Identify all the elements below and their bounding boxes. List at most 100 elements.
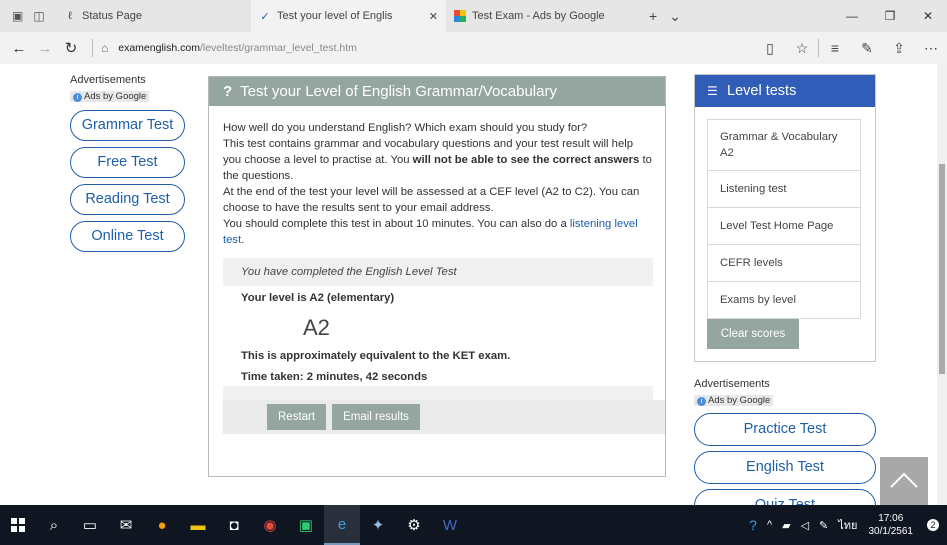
duration-text-end: .: [241, 234, 245, 246]
clear-scores-button[interactable]: Clear scores: [707, 319, 799, 349]
info-icon: i: [697, 397, 706, 406]
minimize-icon[interactable]: —: [833, 9, 871, 23]
level-tests-heading: ☰ Level tests: [695, 75, 875, 107]
ad-quiz-test-button[interactable]: Quiz Test: [694, 489, 876, 505]
store-icon[interactable]: ◘: [216, 505, 252, 545]
search-icon[interactable]: ⌕: [36, 505, 72, 545]
system-tray: ? ^ ▰ ◁ ✎ ไทย 17:06 30/1/2561 2: [744, 505, 947, 545]
url-domain: examenglish.com: [118, 42, 200, 54]
volume-icon[interactable]: ◁: [801, 519, 809, 532]
completed-message: You have completed the English Level Tes…: [241, 266, 457, 278]
reading-view-icon[interactable]: ▯: [754, 40, 786, 57]
ads-title: Advertisements: [694, 378, 770, 390]
tab-set-aside-icon[interactable]: ▣: [12, 9, 23, 23]
ads-by-google-label: Ads by Google: [708, 395, 771, 406]
more-icon[interactable]: ⋯: [915, 40, 947, 57]
line-chat-icon[interactable]: ▣: [288, 505, 324, 545]
new-tab-button[interactable]: +: [649, 8, 657, 24]
file-explorer-icon[interactable]: ▬: [180, 505, 216, 545]
tab-list-button[interactable]: ⌄: [669, 8, 681, 25]
page-content: Advertisements i Ads by Google Grammar Te…: [0, 64, 937, 505]
restore-icon[interactable]: ❐: [871, 9, 909, 23]
level-tests-list: Grammar & Vocabulary A2 Listening test L…: [707, 119, 861, 319]
url-field[interactable]: examenglish.com/leveltest/grammar_level_…: [118, 42, 357, 54]
tab-title: Test Exam - Ads by Google: [472, 10, 605, 22]
status-page-favicon-icon: ℓ: [68, 10, 72, 22]
scroll-to-top-button[interactable]: [880, 457, 928, 505]
left-advertisements: Advertisements i Ads by Google Grammar Te…: [70, 74, 185, 252]
test-panel-heading: ? Test your Level of English Grammar/Voca…: [209, 77, 665, 106]
info-icon: i: [73, 93, 82, 102]
intro-bold-text: will not be able to see the correct answ…: [412, 154, 640, 166]
level-item-exams[interactable]: Exams by level: [708, 282, 860, 319]
scrollbar-thumb[interactable]: [939, 164, 945, 374]
result-box: You have completed the English Level Tes…: [223, 258, 665, 434]
level-tests-panel: ☰ Level tests Grammar & Vocabulary A2 Lis…: [694, 74, 876, 362]
tab-close-icon[interactable]: ✕: [429, 10, 438, 23]
level-item-grammar-vocab[interactable]: Grammar & Vocabulary A2: [708, 120, 860, 171]
ad-online-test-button[interactable]: Online Test: [70, 221, 185, 252]
email-results-button[interactable]: Email results: [332, 404, 420, 430]
ads-by-google-badge[interactable]: i Ads by Google: [70, 91, 150, 102]
tab-test-exam[interactable]: Test Exam - Ads by Google: [446, 0, 641, 32]
right-advertisements: Advertisements i Ads by Google Practice T…: [694, 378, 884, 505]
app-icon[interactable]: ✦: [360, 505, 396, 545]
ad-english-test-button[interactable]: English Test: [694, 451, 876, 484]
pen-icon[interactable]: ✎: [819, 519, 828, 532]
check-favicon-icon: ✓: [260, 10, 270, 23]
start-windows-icon[interactable]: [0, 505, 36, 545]
ad-grammar-test-button[interactable]: Grammar Test: [70, 110, 185, 141]
tab-bar: ▣ ◫ ℓ Status Page ✓ Test your level of E…: [0, 0, 947, 32]
heading-text: Test your Level of English Grammar/Vocab…: [240, 83, 557, 100]
back-arrow-icon[interactable]: ←: [6, 40, 32, 57]
action-center-icon[interactable]: 2: [919, 505, 947, 545]
ad-practice-test-button[interactable]: Practice Test: [694, 413, 876, 446]
ads-title: Advertisements: [70, 74, 146, 86]
intro-question: How well do you understand English? Whic…: [223, 122, 588, 134]
window-controls: — ❐ ✕: [833, 0, 947, 32]
ad-free-test-button[interactable]: Free Test: [70, 147, 185, 178]
tab-status-page[interactable]: ℓ Status Page: [56, 0, 251, 32]
ad-reading-test-button[interactable]: Reading Test: [70, 184, 185, 215]
task-view-icon[interactable]: ▭: [72, 505, 108, 545]
test-panel-body: How well do you understand English? Whic…: [209, 106, 665, 434]
intro-paragraph: This test contains grammar and vocabular…: [223, 136, 653, 184]
clock[interactable]: 17:06 30/1/2561: [869, 512, 914, 538]
favorite-star-icon[interactable]: ☆: [786, 40, 818, 57]
forward-arrow-icon[interactable]: →: [32, 40, 58, 57]
level-item-listening[interactable]: Listening test: [708, 171, 860, 208]
web-note-icon[interactable]: ✎: [851, 40, 883, 57]
url-path: /leveltest/grammar_level_test.htm: [199, 42, 357, 54]
level-item-cefr[interactable]: CEFR levels: [708, 245, 860, 282]
hub-icon[interactable]: ≡: [819, 40, 851, 56]
share-icon[interactable]: ⇪: [883, 40, 915, 57]
assessment-paragraph: At the end of the test your level will b…: [223, 186, 640, 214]
settings-gear-icon[interactable]: ⚙: [396, 505, 432, 545]
network-icon[interactable]: ▰: [782, 519, 790, 532]
page-info-icon[interactable]: ⌂: [101, 41, 108, 55]
level-item-home[interactable]: Level Test Home Page: [708, 208, 860, 245]
level-line: Your level is A2 (elementary): [241, 292, 395, 304]
mail-icon[interactable]: ✉: [108, 505, 144, 545]
question-mark-icon: ?: [223, 83, 233, 100]
chrome-icon[interactable]: ◉: [252, 505, 288, 545]
ads-by-google-badge[interactable]: i Ads by Google: [694, 395, 774, 406]
firefox-icon[interactable]: ●: [144, 505, 180, 545]
level-display: A2: [303, 315, 330, 340]
word-icon[interactable]: W: [432, 505, 468, 545]
tab-test-your-level[interactable]: ✓ Test your level of Englis ✕: [251, 0, 446, 32]
restart-button[interactable]: Restart: [267, 404, 327, 430]
ads-by-google-label: Ads by Google: [84, 91, 147, 102]
chevron-up-icon: [890, 472, 918, 488]
refresh-icon[interactable]: ↻: [58, 39, 84, 57]
help-icon[interactable]: ?: [749, 517, 757, 533]
page-scrollbar[interactable]: [937, 64, 947, 505]
close-window-icon[interactable]: ✕: [909, 9, 947, 23]
input-language[interactable]: ไทย: [838, 516, 857, 534]
tray-chevron-up-icon[interactable]: ^: [767, 519, 772, 531]
edge-browser-icon[interactable]: e: [324, 505, 360, 545]
tab-preview-icon[interactable]: ◫: [33, 9, 44, 23]
clock-time: 17:06: [878, 513, 904, 524]
address-separator: [92, 39, 93, 57]
exam-equivalent: This is approximately equivalent to the …: [241, 350, 511, 362]
